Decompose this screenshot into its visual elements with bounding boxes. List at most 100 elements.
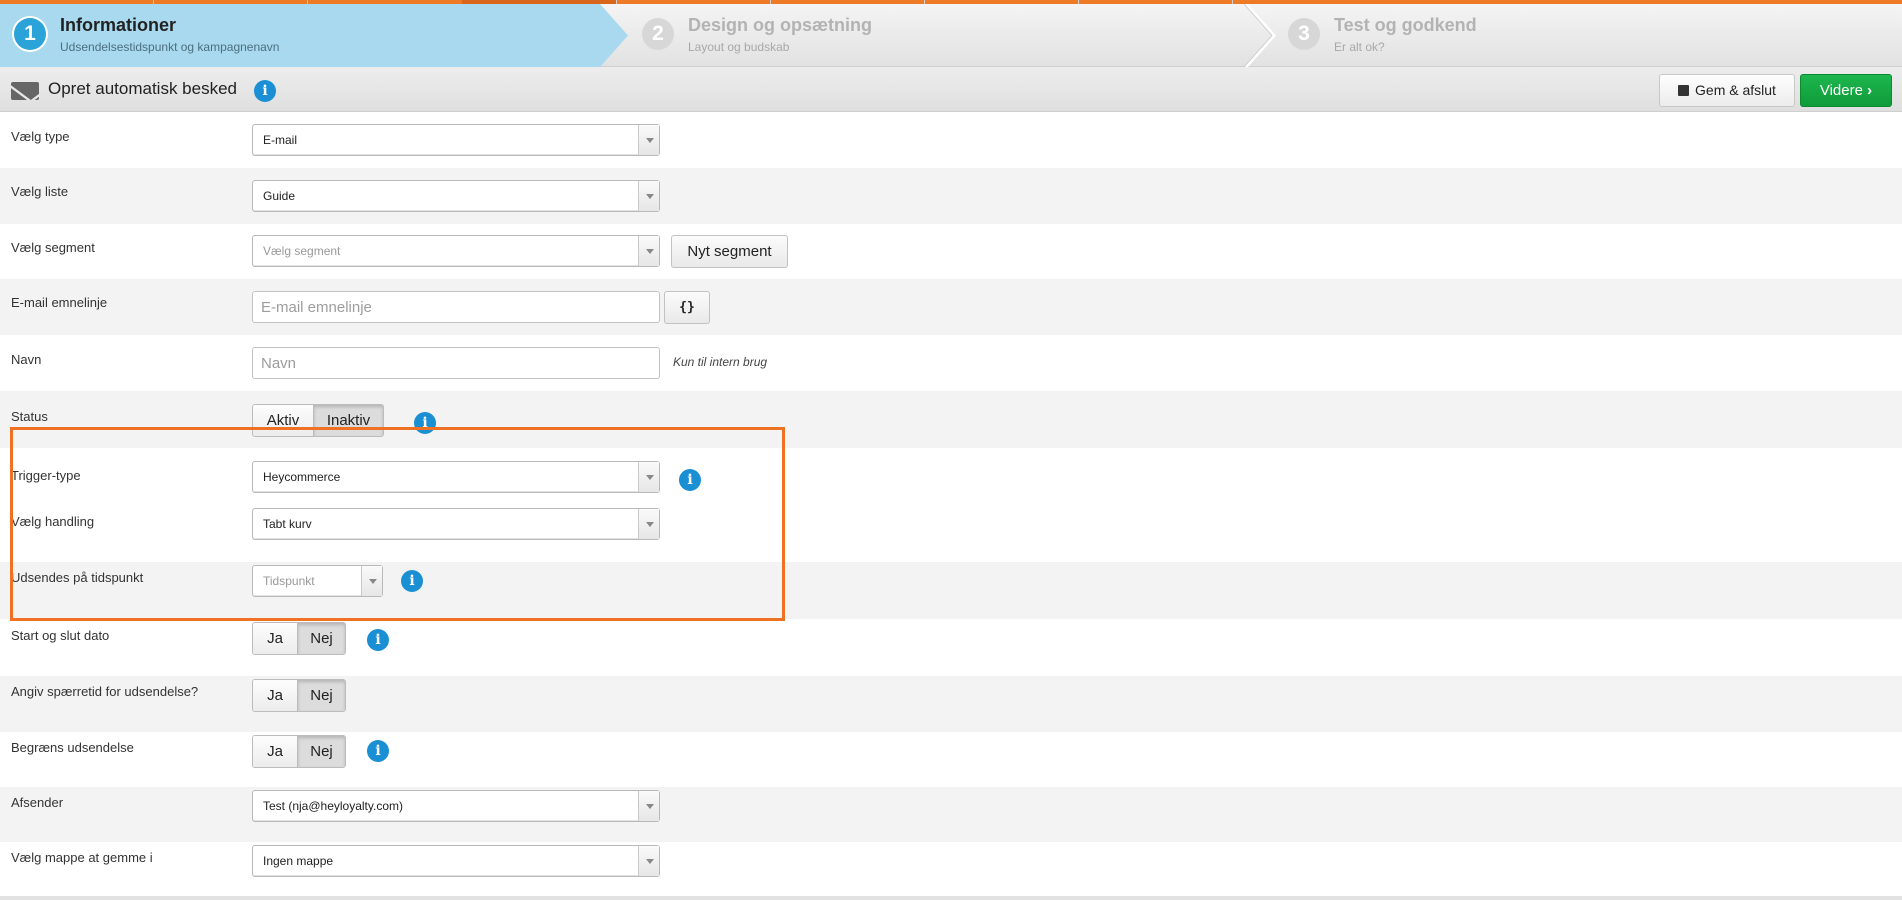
chevron-down-icon	[638, 236, 659, 266]
info-icon[interactable]: i	[414, 412, 436, 434]
trigger-type-select[interactable]: Heycommerce	[252, 461, 660, 493]
wizard-steps: 1 Informationer Udsendelsestidspunkt og …	[0, 4, 1902, 67]
chevron-down-icon	[638, 846, 659, 876]
segment-select[interactable]: Vælg segment	[252, 235, 660, 267]
chevron-right-icon: ›	[1867, 82, 1873, 99]
form-row-segment: Vælg segment Vælg segment Nyt segment	[0, 224, 1902, 279]
step-subtitle: Udsendelsestidspunkt og kampagnenavn	[60, 40, 280, 54]
step-number: 2	[642, 18, 674, 50]
step-number: 3	[1288, 18, 1320, 50]
select-value: Guide	[263, 189, 296, 203]
save-label: Gem & afslut	[1695, 82, 1776, 98]
blackout-toggle: Ja Nej	[252, 679, 346, 712]
step-subtitle: Layout og budskab	[688, 40, 790, 54]
chevron-down-icon	[361, 566, 382, 596]
wizard-step-test[interactable]: 3 Test og godkend Er alt ok?	[1274, 4, 1894, 67]
step-title: Test og godkend	[1334, 15, 1477, 35]
blackout-nej-option[interactable]: Nej	[297, 680, 345, 711]
subject-input[interactable]	[252, 291, 660, 323]
select-value: Tabt kurv	[263, 517, 312, 531]
select-placeholder: Vælg segment	[263, 244, 341, 258]
chevron-down-icon	[638, 791, 659, 821]
name-hint: Kun til intern brug	[673, 355, 768, 369]
info-icon[interactable]: i	[679, 469, 701, 491]
field-label: Vælg handling	[11, 514, 95, 529]
field-label: Vælg segment	[11, 240, 95, 255]
status-aktiv-option[interactable]: Aktiv	[253, 405, 313, 436]
send-time-select[interactable]: Tidspunkt	[252, 565, 383, 597]
field-label: Udsendes på tidspunkt	[11, 570, 144, 585]
chevron-down-icon	[638, 125, 659, 155]
form-row-type: Vælg type E-mail	[0, 113, 1902, 168]
wizard-step-design[interactable]: 2 Design og opsætning Layout og budskab	[628, 4, 1248, 67]
info-icon[interactable]: i	[367, 740, 389, 762]
form-row-limit: Begræns udsendelse Ja Nej i	[0, 732, 1902, 787]
status-toggle: Aktiv Inaktiv	[252, 404, 384, 437]
form-row-list: Vælg liste Guide	[0, 168, 1902, 224]
form-row-action: Vælg handling Tabt kurv	[0, 505, 1902, 562]
bottom-border	[0, 896, 1902, 900]
blackout-ja-option[interactable]: Ja	[253, 680, 297, 711]
step-number: 1	[14, 18, 46, 50]
info-icon[interactable]: i	[367, 629, 389, 651]
new-segment-button[interactable]: Nyt segment	[671, 235, 788, 268]
select-value: Test (nja@heyloyalty.com)	[263, 799, 404, 813]
form-row-name: Navn Kun til intern brug	[0, 335, 1902, 391]
page-header: Opret automatisk besked i Gem & afslut V…	[0, 67, 1902, 112]
message-form: Vælg type E-mail Vælg liste Guide Vælg s…	[0, 113, 1902, 896]
envelope-icon	[11, 82, 39, 100]
wizard-step-informationer[interactable]: 1 Informationer Udsendelsestidspunkt og …	[0, 4, 628, 67]
step-title: Design og opsætning	[688, 15, 872, 35]
select-placeholder: Tidspunkt	[263, 574, 315, 588]
form-row-sender: Afsender Test (nja@heyloyalty.com)	[0, 787, 1902, 842]
form-row-folder: Vælg mappe at gemme i Ingen mappe	[0, 842, 1902, 896]
form-row-trigger-type: Trigger-type Heycommerce i	[0, 448, 1902, 505]
field-label: Vælg liste	[11, 184, 69, 199]
list-select[interactable]: Guide	[252, 180, 660, 212]
chevron-down-icon	[638, 181, 659, 211]
limit-ja-option[interactable]: Ja	[253, 736, 297, 767]
field-label: Trigger-type	[11, 468, 81, 483]
status-inaktiv-option[interactable]: Inaktiv	[313, 405, 383, 436]
field-label: Start og slut dato	[11, 628, 110, 643]
step-separator	[1244, 4, 1277, 67]
next-label: Videre	[1819, 82, 1863, 99]
form-row-status: Status Aktiv Inaktiv i	[0, 391, 1902, 448]
chevron-down-icon	[638, 509, 659, 539]
field-label: Navn	[11, 352, 42, 367]
step-title: Informationer	[60, 15, 177, 35]
save-and-close-button[interactable]: Gem & afslut	[1659, 74, 1795, 107]
action-select[interactable]: Tabt kurv	[252, 508, 660, 540]
field-label: Status	[11, 409, 48, 424]
step-subtitle: Er alt ok?	[1334, 40, 1385, 54]
limit-toggle: Ja Nej	[252, 735, 346, 768]
field-label: Angiv spærretid for udsendelse?	[11, 684, 199, 699]
field-label: E-mail emnelinje	[11, 295, 108, 310]
form-row-blackout: Angiv spærretid for udsendelse? Ja Nej	[0, 676, 1902, 732]
field-label: Begræns udsendelse	[11, 740, 134, 755]
field-label: Afsender	[11, 795, 64, 810]
save-icon	[1678, 85, 1690, 96]
start-end-nej-option[interactable]: Nej	[297, 623, 345, 654]
field-label: Vælg mappe at gemme i	[11, 850, 153, 865]
name-input[interactable]	[252, 347, 660, 379]
merge-tags-button[interactable]: {}	[664, 291, 710, 324]
select-value: Ingen mappe	[263, 854, 334, 868]
start-end-toggle: Ja Nej	[252, 622, 346, 655]
chevron-down-icon	[638, 462, 659, 492]
start-end-ja-option[interactable]: Ja	[253, 623, 297, 654]
type-select[interactable]: E-mail	[252, 124, 660, 156]
folder-select[interactable]: Ingen mappe	[252, 845, 660, 877]
next-button[interactable]: Videre ›	[1800, 74, 1892, 107]
select-value: Heycommerce	[263, 470, 341, 484]
limit-nej-option[interactable]: Nej	[297, 736, 345, 767]
page-title: Opret automatisk besked	[48, 79, 237, 98]
form-row-send-time: Udsendes på tidspunkt Tidspunkt i	[0, 562, 1902, 619]
field-label: Vælg type	[11, 129, 70, 144]
select-value: E-mail	[263, 133, 298, 147]
info-icon[interactable]: i	[254, 80, 276, 102]
info-icon[interactable]: i	[401, 570, 423, 592]
form-row-subject: E-mail emnelinje {}	[0, 279, 1902, 335]
sender-select[interactable]: Test (nja@heyloyalty.com)	[252, 790, 660, 822]
form-row-start-end: Start og slut dato Ja Nej i	[0, 619, 1902, 676]
